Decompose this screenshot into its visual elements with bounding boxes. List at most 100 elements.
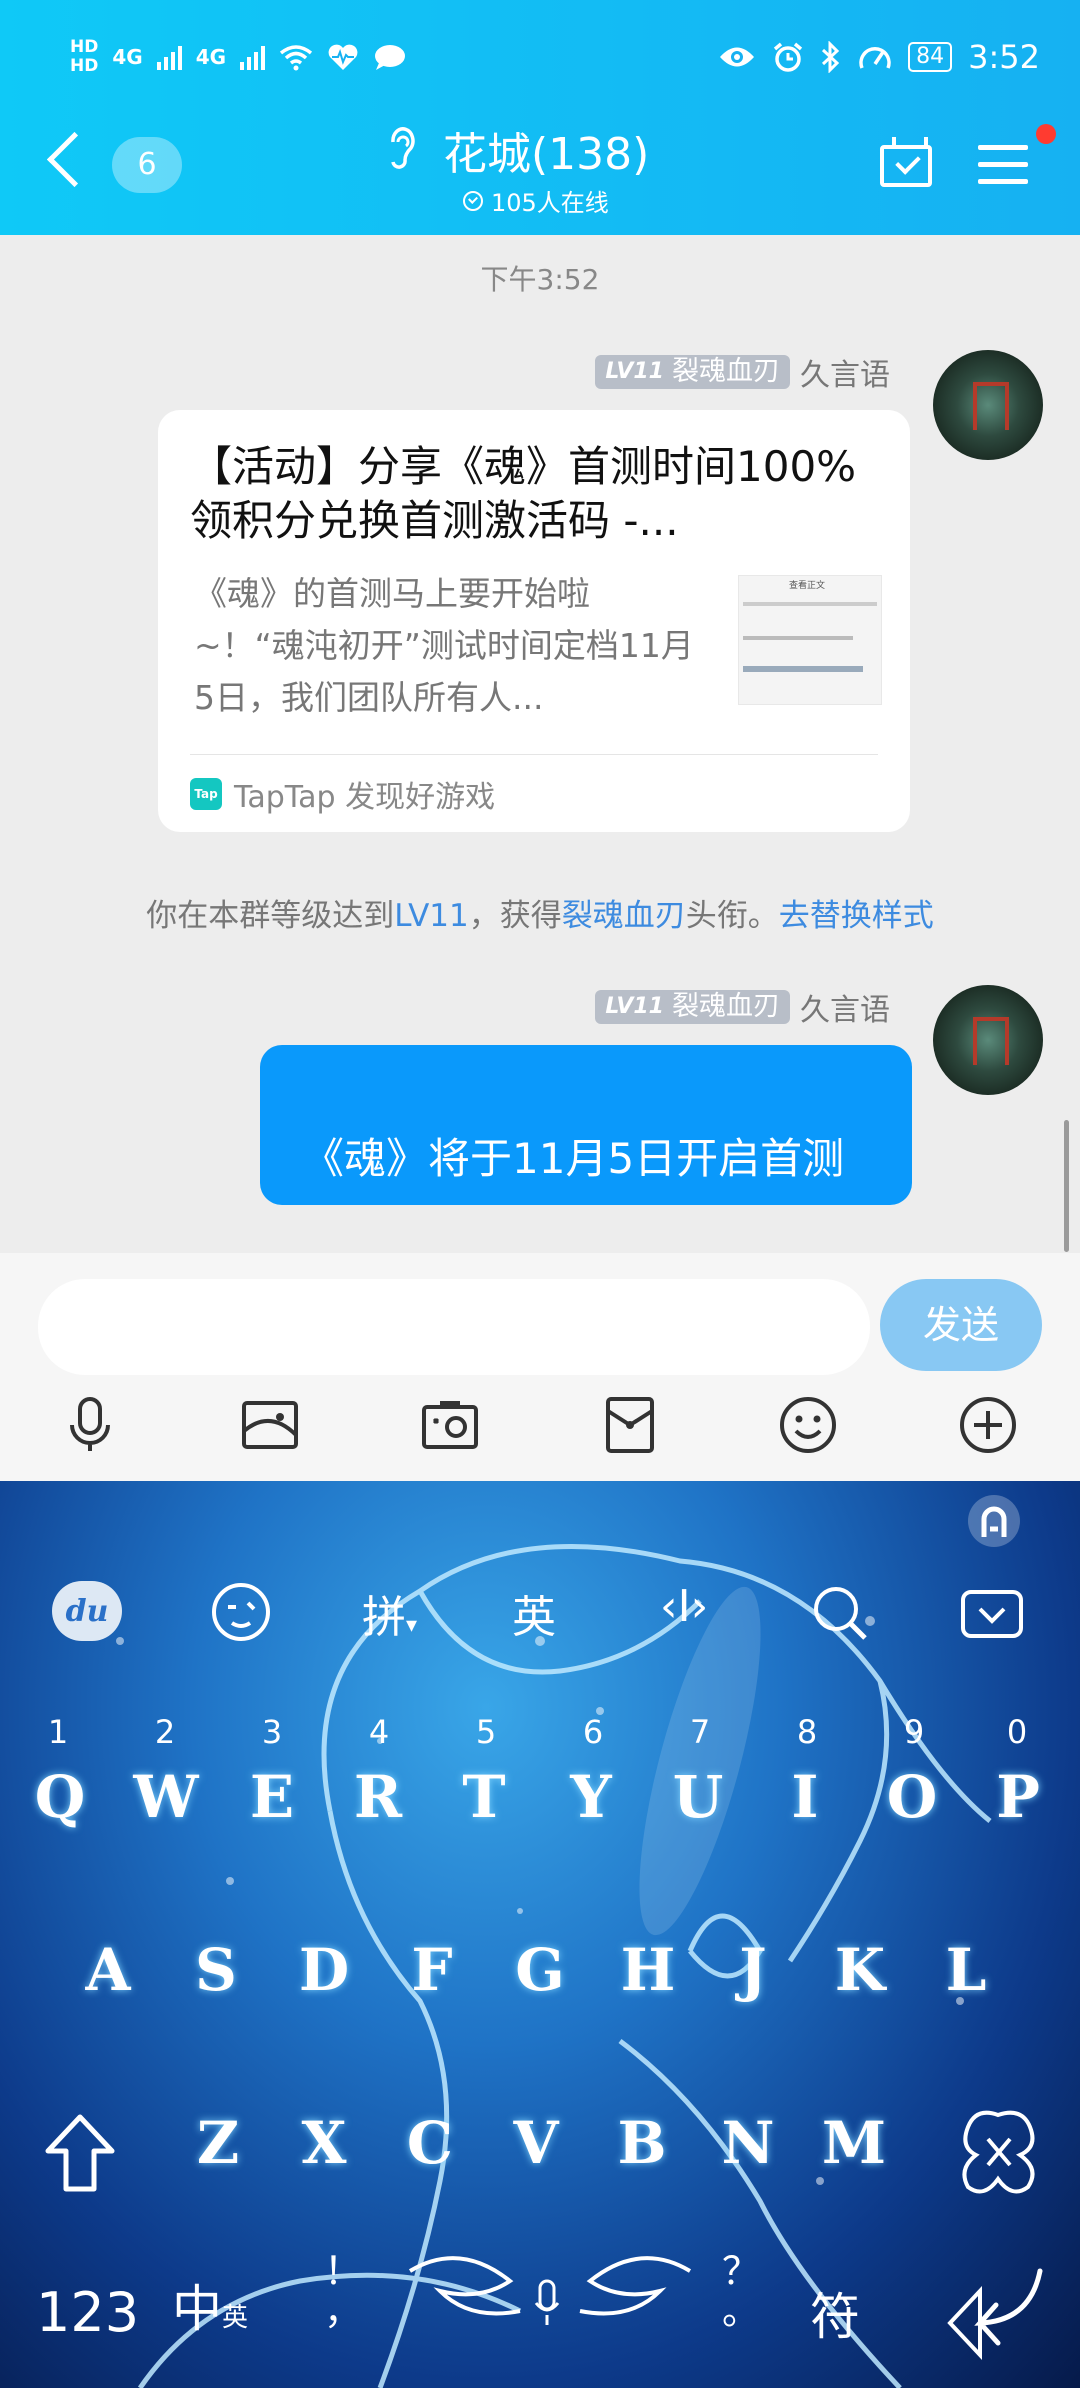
key-o[interactable]: O [862, 1763, 962, 1831]
enter-icon[interactable] [940, 2261, 1050, 2361]
red-packet-icon[interactable] [600, 1395, 660, 1455]
pinyin-mode-key[interactable]: 拼▾ [362, 1581, 417, 1645]
search-icon[interactable] [810, 1583, 870, 1643]
backspace-icon[interactable] [958, 2109, 1040, 2195]
card-source-text: TapTap 发现好游戏 [234, 780, 496, 815]
english-mode-key[interactable]: 英 [512, 1581, 556, 1645]
comma-label: ， [323, 2289, 362, 2333]
ear-icon[interactable] [385, 124, 419, 170]
notice-prefix: 你在本群等级达到 [146, 898, 395, 934]
card-source: Tap TapTap 发现好游戏 [190, 772, 495, 816]
microphone-icon[interactable] [60, 1395, 120, 1455]
key-l[interactable]: L [916, 1936, 1016, 2004]
battery-indicator: 84 [908, 42, 953, 72]
collapse-keyboard-icon[interactable] [960, 1589, 1024, 1639]
key-hint-8: 8 [796, 1713, 818, 1751]
online-count[interactable]: 105人在线 [463, 183, 609, 218]
heart-rate-icon [328, 44, 358, 70]
replace-style-link[interactable]: 去替换样式 [779, 898, 934, 934]
image-icon[interactable] [240, 1395, 300, 1455]
key-d[interactable]: D [274, 1936, 374, 2004]
unread-count-badge[interactable]: 6 [112, 137, 182, 193]
calendar-check-icon[interactable] [880, 137, 932, 187]
menu-icon[interactable] [978, 145, 1028, 185]
badge-title: 裂魂血刃 [672, 991, 780, 1022]
hd-label-1: HD [70, 37, 99, 57]
eye-icon [720, 47, 755, 67]
key-f[interactable]: F [382, 1936, 482, 2004]
key-x[interactable]: X [274, 2109, 374, 2177]
key-m[interactable]: M [804, 2109, 904, 2177]
group-title[interactable]: 花城(138) [443, 118, 649, 182]
thumb-line [743, 602, 877, 606]
keyboard-hide-icon[interactable] [966, 1493, 1022, 1549]
card-description: 《魂》的首测马上要开始啦~！“魂沌初开”测试时间定档11月5日，我们团队所有人.… [194, 574, 694, 717]
key-g[interactable]: G [490, 1936, 590, 2004]
key-a[interactable]: A [58, 1936, 158, 2004]
hd-labels: HD HD [70, 38, 98, 76]
key-i[interactable]: I [755, 1763, 855, 1831]
comma-key[interactable]: ！ ， [318, 2251, 368, 2331]
sender-name[interactable]: 久言语 [800, 985, 890, 1029]
taptap-logo-icon: Tap [190, 778, 222, 810]
camera-icon[interactable] [420, 1395, 480, 1455]
space-key[interactable] [400, 2241, 700, 2351]
cursor-move-key[interactable]: ‹I› [660, 1581, 708, 1632]
key-q[interactable]: Q [10, 1763, 110, 1831]
notice-middle: ，获得 [468, 898, 562, 934]
key-v[interactable]: V [486, 2109, 586, 2177]
add-icon[interactable] [958, 1395, 1018, 1455]
key-n[interactable]: N [698, 2109, 798, 2177]
shift-icon[interactable] [42, 2111, 118, 2195]
key-hint-5: 5 [475, 1713, 497, 1751]
online-check-icon [463, 190, 483, 211]
key-h[interactable]: H [598, 1936, 698, 2004]
key-u[interactable]: U [648, 1763, 748, 1831]
key-k[interactable]: K [810, 1936, 910, 2004]
avatar[interactable] [933, 350, 1043, 460]
hd-label-2: HD [70, 56, 99, 76]
key-s[interactable]: S [166, 1936, 266, 2004]
emoji-icon[interactable] [210, 1581, 272, 1643]
sender-info: LV11 裂魂血刃 久言语 [595, 985, 890, 1029]
avatar[interactable] [933, 985, 1043, 1095]
key-c[interactable]: C [380, 2109, 480, 2177]
message-input[interactable] [38, 1279, 870, 1375]
pinyin-label: 拼 [362, 1592, 406, 1643]
caret-down-icon: ▾ [406, 1613, 418, 1638]
level-badge: LV11 裂魂血刃 [595, 990, 790, 1024]
badge-title: 裂魂血刃 [672, 356, 780, 387]
symbols-key[interactable]: 符 [810, 2277, 860, 2349]
key-z[interactable]: Z [168, 2109, 268, 2177]
key-w[interactable]: W [116, 1763, 216, 1831]
key-r[interactable]: R [328, 1763, 428, 1831]
key-e[interactable]: E [222, 1763, 322, 1831]
language-switch-key[interactable]: 中英 [172, 2269, 248, 2341]
network-type-1: 4G [112, 45, 143, 69]
link-card-message[interactable]: 【活动】分享《魂》首测时间100%领积分兑换首测激活码 -... 《魂》的首测马… [158, 410, 910, 832]
key-b[interactable]: B [592, 2109, 692, 2177]
thumb-line [743, 636, 853, 640]
key-p[interactable]: P [968, 1763, 1068, 1831]
key-j[interactable]: J [703, 1936, 803, 2004]
notice-title: 裂魂血刃 [561, 898, 686, 934]
level-text: LV11 [605, 994, 664, 1019]
level-badge: LV11 裂魂血刃 [595, 355, 790, 389]
period-key[interactable]: ？ 。 [716, 2251, 766, 2331]
input-area: 发送 [0, 1253, 1080, 1481]
input-toolbar [0, 1395, 1080, 1465]
numbers-key[interactable]: 123 [36, 2281, 139, 2344]
key-y[interactable]: Y [541, 1763, 641, 1831]
emoji-icon[interactable] [778, 1395, 838, 1455]
key-hint-4: 4 [368, 1713, 390, 1751]
text-message-bubble[interactable]: 《魂》将于11月5日开启首测 [260, 1045, 912, 1205]
bluetooth-icon [822, 41, 840, 73]
key-t[interactable]: T [434, 1763, 534, 1831]
key-hint-6: 6 [582, 1713, 604, 1751]
sender-name[interactable]: 久言语 [800, 350, 890, 394]
chat-scrollbar[interactable] [1064, 1120, 1069, 1252]
ime-keyboard: du 拼▾ 英 ‹I› 1 2 3 4 5 6 7 8 9 0 Q W E R … [0, 1481, 1080, 2388]
baidu-ime-logo[interactable]: du [52, 1581, 122, 1641]
back-chevron-icon[interactable] [46, 131, 103, 188]
send-button[interactable]: 发送 [880, 1279, 1042, 1371]
